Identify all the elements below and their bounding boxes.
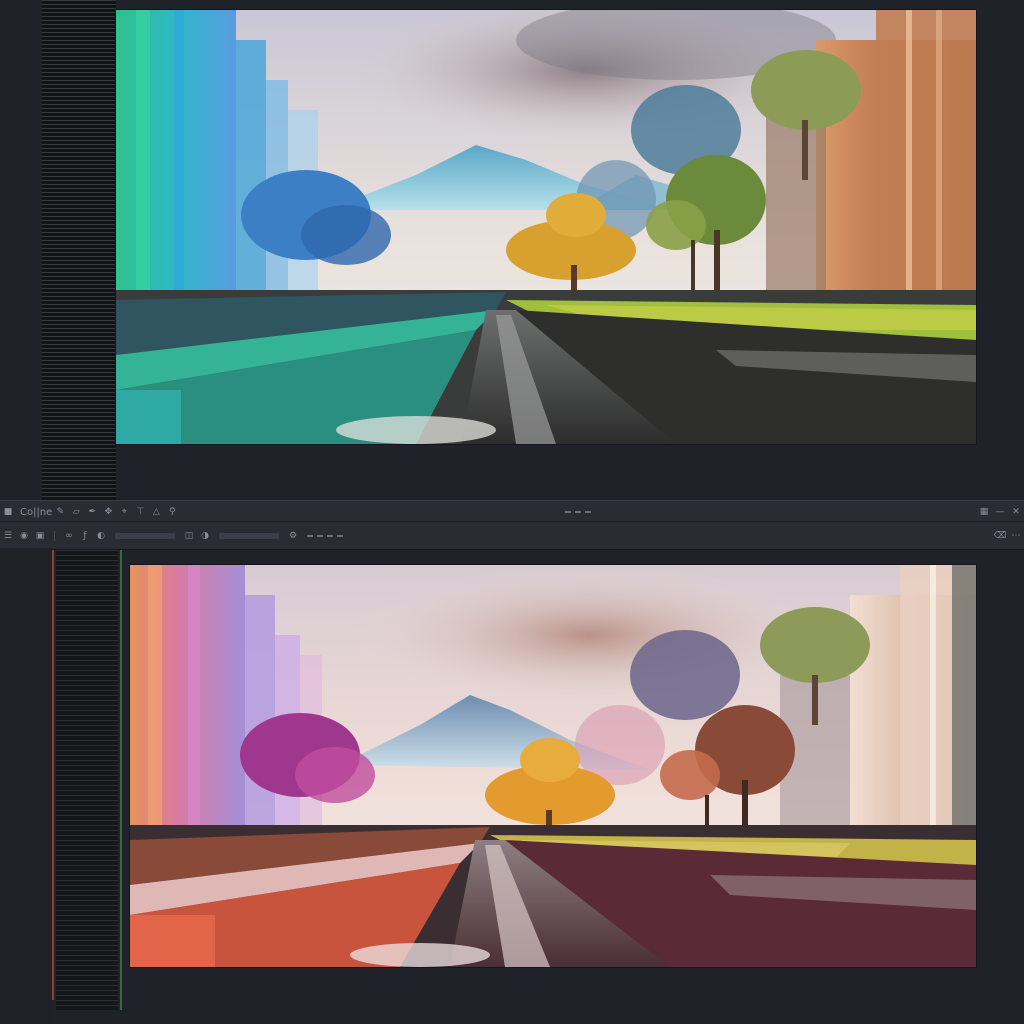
move-icon[interactable]: ✥	[103, 507, 113, 517]
toolbar-row-menu: ■ Co||ne ✎ ▱ ✒ ✥ ⌖ ⊤ △ ⚲ ▦ — ✕	[0, 503, 1024, 522]
eraser-icon[interactable]: ▱	[71, 507, 81, 517]
top-layers-strip-lines	[42, 0, 116, 500]
top-canvas[interactable]	[116, 10, 976, 444]
pen-icon[interactable]: ✒	[87, 507, 97, 517]
brush-icon[interactable]: ✎	[55, 507, 65, 517]
toolbar-divider	[54, 531, 55, 541]
text-icon[interactable]: ⊤	[135, 507, 145, 517]
crop-icon[interactable]: ⌖	[119, 507, 129, 517]
layers-icon[interactable]: ☰	[3, 531, 13, 541]
eye-icon[interactable]: ◉	[19, 531, 29, 541]
adjust-icon[interactable]: ◑	[200, 531, 210, 541]
toolbar-row-options: ☰ ◉ ▣ ∞ ƒ ◐ ◫ ◑ ⚙ ⌫ ⋯	[0, 527, 1024, 545]
app-toolbar: ■ Co||ne ✎ ▱ ✒ ✥ ⌖ ⊤ △ ⚲ ▦ — ✕ ☰ ◉ ▣ ∞ ƒ…	[0, 500, 1024, 550]
toolbar-options-dots[interactable]	[307, 535, 343, 537]
fx-icon[interactable]: ƒ	[80, 531, 90, 541]
shape-icon[interactable]: △	[151, 507, 161, 517]
app-logo-icon: ■	[3, 506, 13, 517]
top-canvas-image	[116, 10, 976, 444]
mask-icon[interactable]: ◐	[96, 531, 106, 541]
more-icon[interactable]: ⋯	[1011, 531, 1021, 541]
bottom-accent-line-red	[52, 550, 54, 1000]
settings-icon[interactable]: ⚙	[288, 531, 298, 541]
minimize-icon[interactable]: —	[995, 507, 1005, 517]
bottom-canvas-image	[130, 565, 976, 967]
trash-icon[interactable]: ⌫	[994, 531, 1007, 541]
app-title: Co||ne	[20, 506, 53, 518]
link-icon[interactable]: ∞	[64, 531, 74, 541]
bottom-layers-strip[interactable]	[56, 550, 118, 1010]
bottom-left-gutter	[0, 548, 52, 1024]
bottom-accent-line-green	[120, 550, 122, 1010]
bottom-canvas[interactable]	[130, 565, 976, 967]
top-layers-strip[interactable]	[42, 0, 116, 500]
close-icon[interactable]: ✕	[1011, 507, 1021, 517]
grid-icon[interactable]: ▦	[979, 507, 989, 517]
lock-icon[interactable]: ▣	[35, 531, 45, 541]
option-slider[interactable]	[115, 533, 175, 539]
option-slider-2[interactable]	[219, 533, 279, 539]
toolbar-center-controls[interactable]	[565, 511, 592, 513]
bottom-layers-strip-lines	[56, 550, 118, 1010]
zoom-icon[interactable]: ⚲	[167, 507, 177, 517]
folder-icon[interactable]: ◫	[184, 531, 194, 541]
